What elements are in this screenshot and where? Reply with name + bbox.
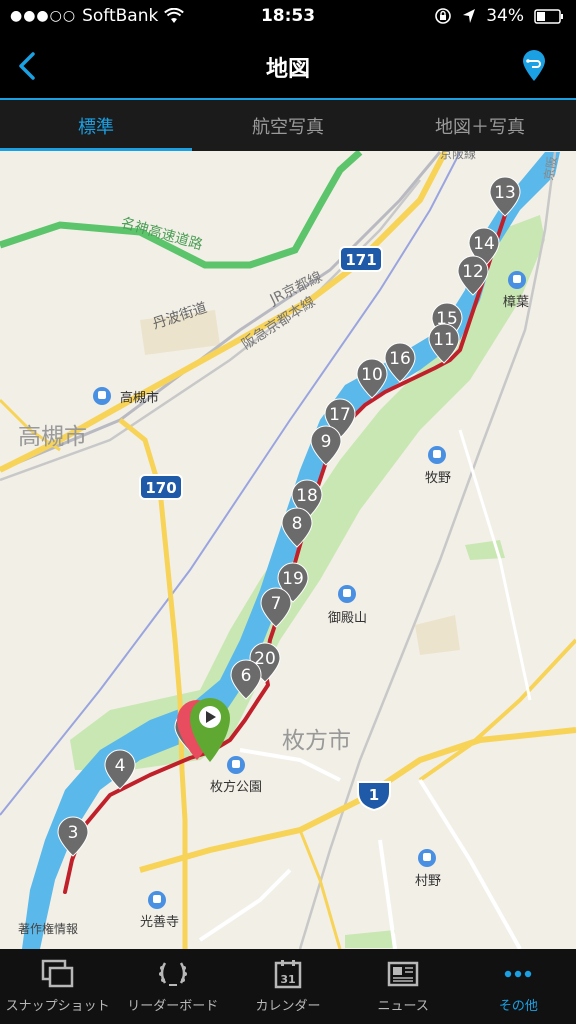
- nav-news-label: ニュース: [377, 999, 429, 1014]
- kuzuha-label: 樟葉: [503, 295, 529, 310]
- status-bar: ●●●○○ SoftBank 18:53 34%: [0, 0, 576, 34]
- train-station-icon[interactable]: [418, 849, 436, 867]
- rotation-lock-icon: [435, 8, 452, 24]
- lap-marker-label: 10: [361, 365, 383, 385]
- route-pin-button[interactable]: [516, 48, 552, 84]
- map-type-tabs: 標準 航空写真 地図＋写真: [0, 100, 576, 151]
- nav-snapshot[interactable]: スナップショット: [0, 949, 115, 1024]
- nav-leaderboard-label: リーダーボード: [127, 999, 219, 1014]
- local-road: [198, 868, 292, 942]
- lap-marker-label: 16: [389, 349, 411, 369]
- battery-icon: [534, 8, 563, 24]
- nav-calendar[interactable]: 31 カレンダー: [230, 949, 345, 1024]
- park-area-small: [345, 930, 395, 948]
- gotenyama-label: 御殿山: [328, 611, 367, 626]
- route-170-label: 170: [145, 479, 176, 497]
- location-arrow-icon: [463, 9, 476, 23]
- more-icon: [505, 970, 532, 978]
- nav-news[interactable]: ニュース: [346, 949, 461, 1024]
- page-title: 地図: [265, 57, 310, 82]
- train-station-icon[interactable]: [508, 271, 526, 289]
- copyright-link[interactable]: 著作権情報: [18, 921, 78, 936]
- meishin-expressway: [0, 151, 363, 269]
- meishin-label: 名神高速道路: [119, 214, 204, 253]
- lap-marker-label: 7: [271, 594, 282, 614]
- lap-marker-label: 18: [296, 486, 318, 506]
- lap-markers: 13141215111610179188197206243: [57, 176, 521, 857]
- tab-hybrid[interactable]: 地図＋写真: [384, 100, 576, 151]
- hirakata-park-label: 枚方公園: [210, 779, 262, 795]
- local-road: [239, 748, 341, 782]
- map-canvas[interactable]: 171 170 1 名神高速道路 JR京都線 丹波街道 阪急京都本線 高槻市 高…: [0, 151, 576, 949]
- nav-more[interactable]: その他: [461, 949, 576, 1024]
- makino-label: 牧野: [425, 471, 451, 486]
- bottom-navigation: スナップショット リーダーボード 31 カレンダー ニュース その他: [0, 949, 576, 1024]
- lap-marker-label: 4: [115, 756, 126, 776]
- tab-standard[interactable]: 標準: [0, 100, 192, 151]
- route-1-shield: 1: [357, 781, 391, 812]
- nav-calendar-label: カレンダー: [255, 999, 321, 1014]
- lap-marker-label: 14: [473, 234, 495, 254]
- lap-marker-label: 9: [321, 432, 332, 452]
- calendar-icon: 31: [274, 960, 302, 989]
- local-road: [418, 778, 522, 949]
- route-170-shield: 170: [139, 474, 183, 500]
- lap-marker-label: 8: [292, 514, 303, 534]
- top-line-label: 京阪線: [440, 151, 476, 161]
- calendar-day: 31: [280, 973, 295, 986]
- lap-marker-label: 6: [241, 666, 252, 686]
- news-icon: [387, 961, 419, 987]
- lap-marker-label: 11: [433, 330, 455, 350]
- tab-satellite[interactable]: 航空写真: [192, 100, 384, 151]
- takatsuki-station-label: 高槻市: [120, 390, 159, 406]
- route-171-label: 171: [345, 251, 376, 269]
- local-road: [418, 638, 576, 782]
- map-pin-icon: [523, 50, 545, 81]
- nav-more-label: その他: [498, 999, 538, 1014]
- snapshot-icon: [41, 959, 73, 988]
- keihan-label: 京阪: [542, 155, 560, 181]
- train-station-icon[interactable]: [338, 585, 356, 603]
- local-road: [458, 429, 532, 701]
- navigation-bar: 地図: [0, 34, 576, 98]
- train-station-icon[interactable]: [148, 891, 166, 909]
- train-station-icon[interactable]: [93, 387, 111, 405]
- lap-marker-label: 17: [329, 405, 351, 425]
- murano-label: 村野: [415, 874, 441, 889]
- takatsuki-city-label: 高槻市: [18, 424, 87, 450]
- battery-percent: 34%: [486, 6, 524, 26]
- train-station-icon[interactable]: [428, 446, 446, 464]
- lap-marker-label: 3: [68, 823, 79, 843]
- train-station-icon[interactable]: [227, 756, 245, 774]
- route-1-label: 1: [369, 786, 379, 804]
- nav-snapshot-label: スナップショット: [5, 999, 110, 1014]
- laurel-icon: [158, 962, 187, 986]
- map-view[interactable]: 171 170 1 名神高速道路 JR京都線 丹波街道 阪急京都本線 高槻市 高…: [0, 151, 576, 949]
- sand-area: [415, 615, 460, 655]
- koshoji-label: 光善寺: [140, 914, 179, 930]
- route-171-shield: 171: [339, 246, 383, 272]
- lap-marker-label: 12: [462, 262, 484, 282]
- hirakata-city-label: 枚方市: [282, 728, 351, 754]
- lap-marker-label: 19: [282, 569, 304, 589]
- nav-leaderboard[interactable]: リーダーボード: [115, 949, 230, 1024]
- lap-marker-label: 13: [494, 183, 516, 203]
